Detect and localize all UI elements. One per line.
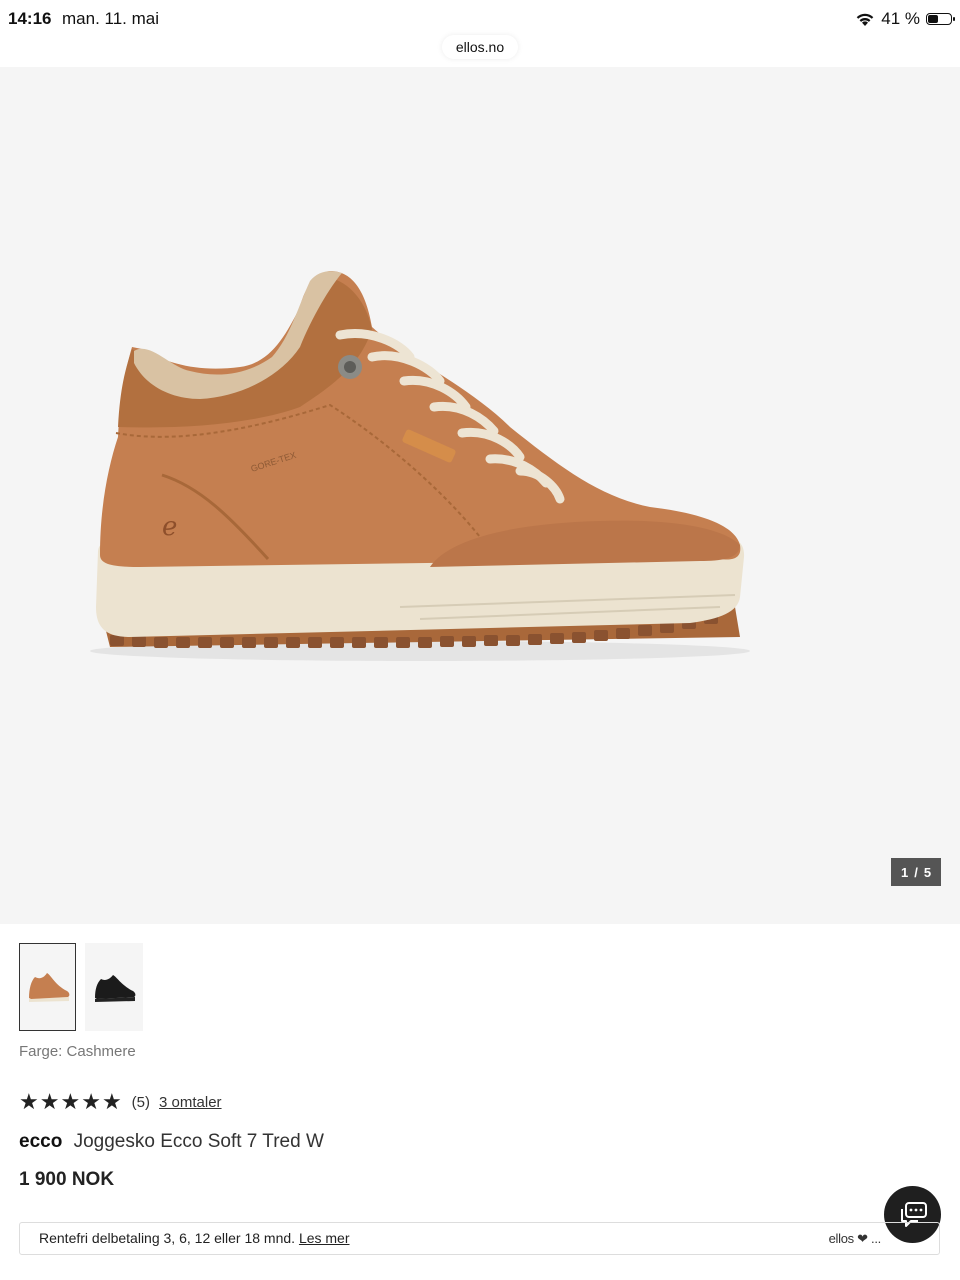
rating-count: (5) xyxy=(131,1093,151,1111)
star-icon: ★ xyxy=(101,1089,122,1114)
rating-stars: ★ ★ ★ ★ ★ xyxy=(19,1090,122,1114)
status-bar: 14:16 man. 11. mai 41 % xyxy=(0,0,960,36)
variant-thumbnail-cashmere[interactable] xyxy=(19,943,76,1031)
status-time: 14:16 xyxy=(8,9,52,28)
gallery-counter: 1 / 5 xyxy=(891,858,941,886)
product-price: 1 900 NOK xyxy=(19,1169,115,1190)
product-name: Joggesko Ecco Soft 7 Tred W xyxy=(73,1131,324,1152)
variant-thumbnail-black[interactable] xyxy=(85,943,143,1031)
battery-percent: 41 % xyxy=(881,9,920,28)
financing-read-more-link[interactable]: Les mer xyxy=(299,1230,350,1246)
product-image-gallery[interactable]: GORE-TEX e 1 / 5 xyxy=(0,67,960,924)
wifi-icon xyxy=(856,13,874,26)
color-label: Farge: Cashmere xyxy=(19,1043,136,1060)
product-title: ecco Joggesko Ecco Soft 7 Tred W xyxy=(19,1131,324,1153)
status-date: man. 11. mai xyxy=(62,9,160,28)
product-image-sneaker: GORE-TEX e xyxy=(90,271,750,661)
star-icon: ★ xyxy=(60,1089,81,1114)
financing-description: Rentefri delbetaling 3, 6, 12 eller 18 m… xyxy=(39,1230,296,1246)
url-bar[interactable]: ellos.no xyxy=(442,35,518,59)
brand-name[interactable]: ecco xyxy=(19,1131,62,1152)
reviews-link[interactable]: 3 omtaler xyxy=(159,1094,222,1111)
status-right: 41 % xyxy=(855,9,955,29)
financing-banner: Rentefri delbetaling 3, 6, 12 eller 18 m… xyxy=(19,1222,940,1255)
ellos-pay-logo: ellos ❤ ... xyxy=(828,1231,882,1246)
battery-level xyxy=(928,15,938,23)
svg-text:e: e xyxy=(162,512,177,542)
star-icon: ★ xyxy=(19,1089,39,1114)
financing-text: Rentefri delbetaling 3, 6, 12 eller 18 m… xyxy=(39,1230,350,1246)
variant-image-cashmere xyxy=(28,973,69,1002)
star-icon: ★ xyxy=(81,1089,101,1114)
gallery-current: 1 xyxy=(900,864,909,880)
gallery-separator: / xyxy=(914,864,918,880)
variant-image-black xyxy=(95,975,136,1002)
battery-icon xyxy=(926,13,955,25)
gallery-total: 5 xyxy=(923,864,932,880)
rating-row: ★ ★ ★ ★ ★ (5) 3 omtaler xyxy=(19,1090,222,1114)
star-icon: ★ xyxy=(39,1089,60,1114)
